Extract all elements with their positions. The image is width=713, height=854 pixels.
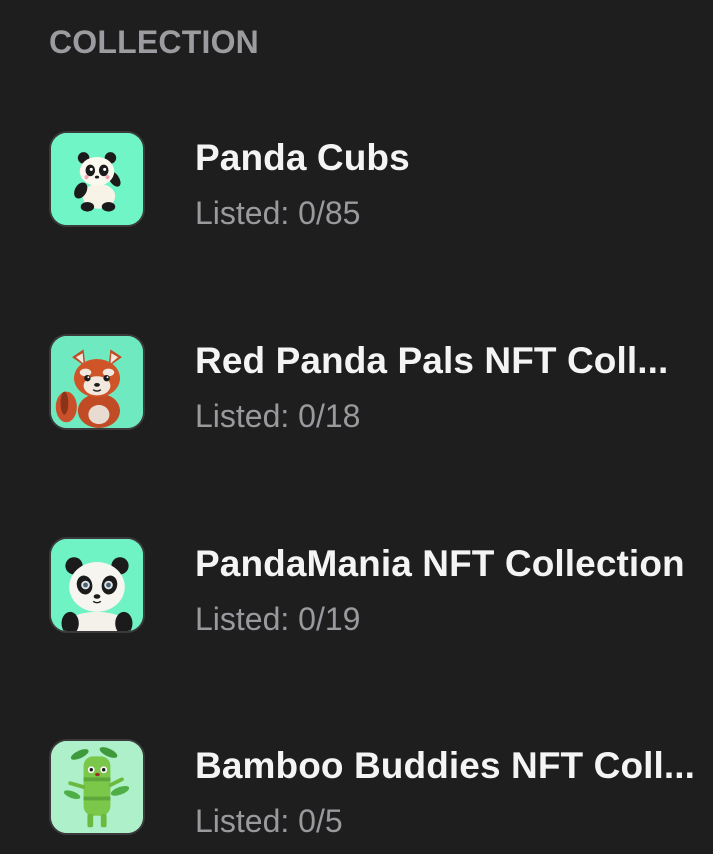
collection-item-bamboo-buddies[interactable]: Bamboo Buddies NFT Coll... Listed: 0/5 — [49, 739, 713, 839]
collection-name: Red Panda Pals NFT Coll... — [195, 340, 669, 381]
red-panda-icon — [49, 334, 145, 430]
collection-item-pandamania[interactable]: PandaMania NFT Collection Listed: 0/19 — [49, 537, 713, 637]
listed-count: Listed: 0/19 — [195, 601, 361, 637]
collection-item-red-panda-pals[interactable]: Red Panda Pals NFT Coll... Listed: 0/18 — [49, 334, 713, 434]
listed-count: Listed: 0/5 — [195, 803, 343, 839]
collection-name: Bamboo Buddies NFT Coll... — [195, 745, 696, 786]
collection-name: PandaMania NFT Collection — [195, 543, 685, 584]
panda-face-icon — [49, 537, 145, 633]
panda-cub-icon — [49, 131, 145, 227]
bamboo-buddy-icon — [49, 739, 145, 835]
collection-name: Panda Cubs — [195, 137, 410, 178]
listed-count: Listed: 0/18 — [195, 398, 361, 434]
listed-count: Listed: 0/85 — [195, 195, 361, 231]
collection-item-panda-cubs[interactable]: Panda Cubs Listed: 0/85 — [49, 131, 713, 231]
collection-list: Panda Cubs Listed: 0/85 Red Panda Pals N… — [0, 0, 713, 854]
